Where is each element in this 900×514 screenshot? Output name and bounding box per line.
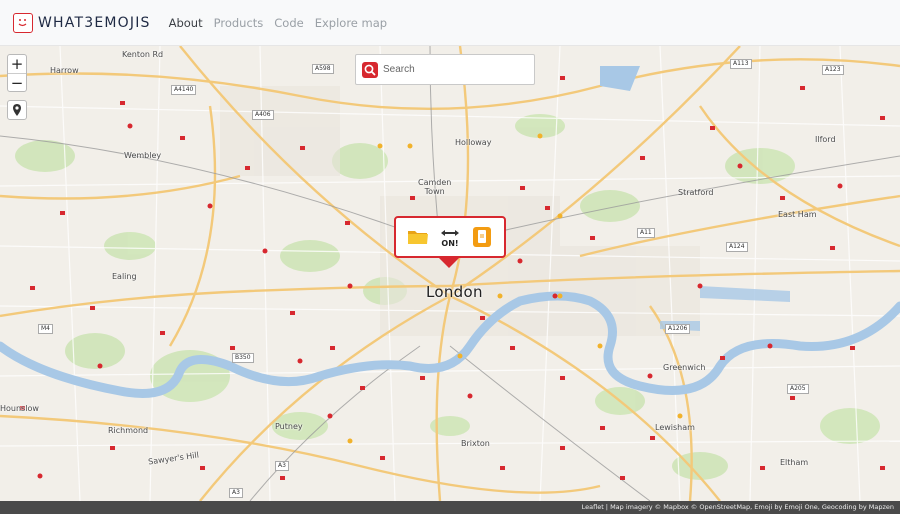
label-kenton-rd: Kenton Rd [122,50,164,59]
search-input[interactable] [383,64,523,75]
road-shield: A3 [275,461,289,471]
road-shield: A1206 [665,324,691,334]
on-arrow-icon: ON! [438,225,462,249]
label-hounslow: Hounslow [0,404,39,413]
locate-button[interactable] [7,100,27,120]
search-bar [355,54,535,85]
road-shield: A205 [787,384,809,394]
location-popup[interactable]: ON! [394,216,506,258]
road-shield: A123 [822,65,844,75]
navbar: WHAT3EMOJIS About Products Code Explore … [0,0,900,46]
label-london: London [426,283,483,301]
mobile-phone-icon [470,225,494,249]
label-harrow: Harrow [50,66,79,75]
zoom-in-button[interactable]: + [8,55,26,73]
road-shield: M4 [38,324,53,334]
nav-code[interactable]: Code [274,16,303,30]
label-greenwich: Greenwich [663,363,706,372]
label-east-ham: East Ham [778,210,817,219]
nav-products[interactable]: Products [214,16,264,30]
label-putney: Putney [275,422,303,431]
label-ilford: Ilford [815,135,836,144]
road-shield: A113 [730,59,752,69]
label-ealing: Ealing [112,272,137,281]
zoom-control: + − [7,54,27,92]
label-camden-town: Camden Town [418,178,452,196]
label-holloway: Holloway [455,138,492,147]
label-richmond: Richmond [108,426,149,435]
file-folder-icon [406,225,430,249]
road-shield: A406 [252,110,274,120]
popup-pointer [438,257,460,268]
zoom-out-button[interactable]: − [8,73,26,92]
label-lewisham: Lewisham [655,423,695,432]
road-shield: B350 [232,353,254,363]
nav-explore-map[interactable]: Explore map [315,16,387,30]
road-shield: A3 [229,488,243,498]
road-shield: A11 [637,228,655,238]
map-attribution[interactable]: Leaflet | Map imagery © Mapbox © OpenStr… [0,501,900,514]
svg-text:ON!: ON! [441,239,458,248]
map-pin-icon [13,104,21,116]
main-nav: About Products Code Explore map [169,16,398,30]
road-shield: A4140 [171,85,197,95]
label-eltham: Eltham [780,458,809,467]
nav-about[interactable]: About [169,16,203,30]
road-shield: A598 [312,64,334,74]
label-wembley: Wembley [124,151,162,160]
label-stratford: Stratford [678,188,714,197]
brand-name: WHAT3EMOJIS [38,14,151,31]
label-brixton: Brixton [461,439,490,448]
search-icon[interactable] [362,61,378,78]
map-canvas[interactable]: Kenton Rd Harrow Wembley Camden Town Hol… [0,46,900,501]
brand[interactable]: WHAT3EMOJIS [13,12,151,33]
road-shield: A124 [726,242,748,252]
smiley-logo-icon [13,12,33,33]
